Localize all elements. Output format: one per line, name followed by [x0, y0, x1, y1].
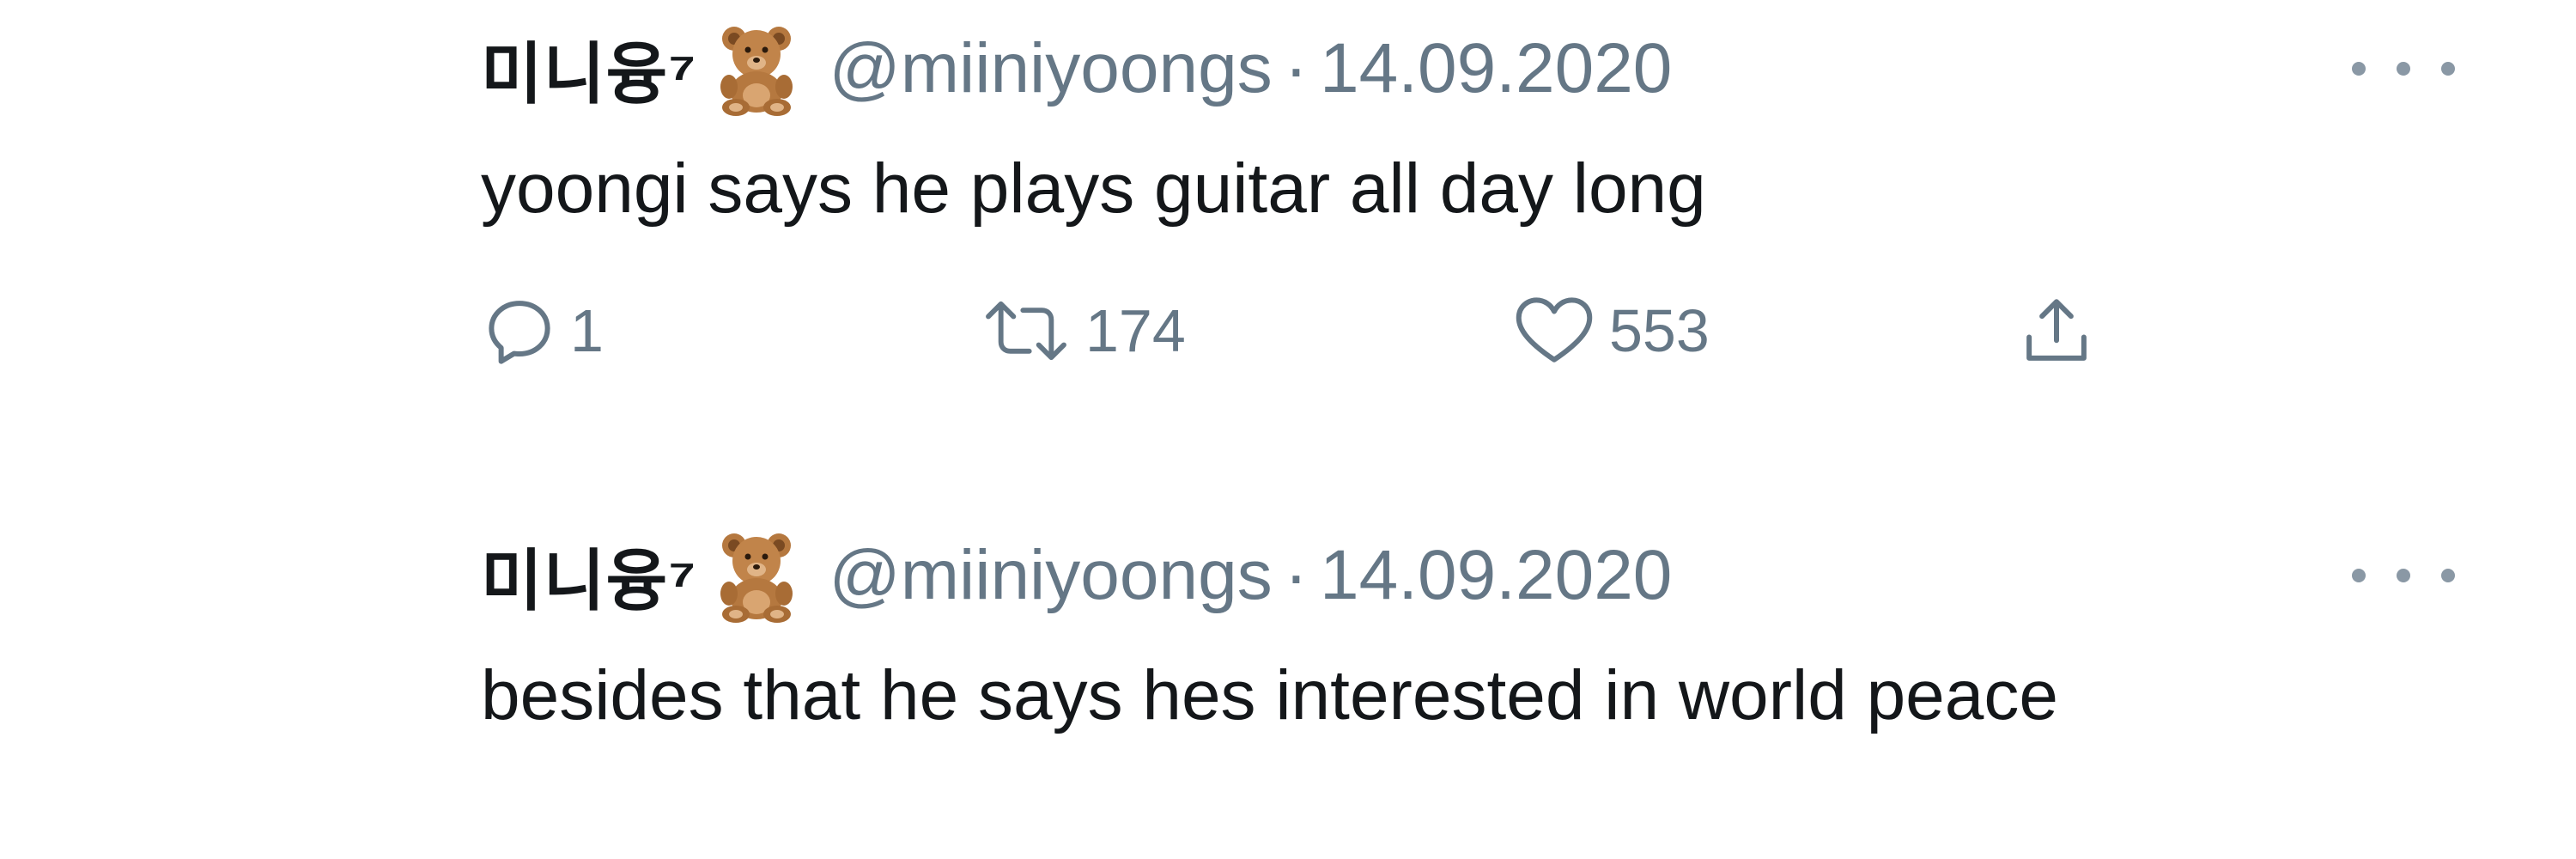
tweet-header: 미니융⁷ @miiniyoongs · 14.09.2020	[481, 17, 1672, 120]
reply-count: 1	[570, 297, 604, 364]
separator: ·	[1284, 29, 1309, 107]
retweet-button[interactable]: 174	[979, 275, 1186, 387]
tweet[interactable]: 미니융⁷ @miiniyoongs	[481, 0, 2456, 404]
tweet-text: besides that he says hes interested in w…	[481, 656, 2058, 734]
user-handle[interactable]: @miiniyoongs	[829, 535, 1272, 616]
share-icon	[2026, 299, 2087, 361]
user-handle[interactable]: @miiniyoongs	[829, 28, 1272, 109]
teddy-bear-icon	[715, 528, 798, 623]
tweet-text: yoongi says he plays guitar all day long	[481, 149, 1706, 228]
teddy-bear-icon	[715, 21, 798, 116]
tweet-date[interactable]: 14.09.2020	[1320, 28, 1672, 109]
heart-icon	[1516, 297, 1593, 362]
more-options-icon[interactable]	[2352, 541, 2455, 610]
tweet-actions: 1 174 553	[481, 275, 2164, 387]
tweet[interactable]: 미니융⁷ @miiniyoongs	[481, 507, 2456, 859]
like-count: 553	[1609, 297, 1710, 364]
tweet-header: 미니융⁷ @miiniyoongs · 14.09.2020	[481, 524, 1672, 627]
share-button[interactable]	[2018, 275, 2095, 387]
reply-button[interactable]: 1	[481, 275, 604, 387]
separator: ·	[1284, 536, 1309, 614]
display-name[interactable]: 미니융⁷	[481, 527, 696, 624]
retweet-icon	[986, 301, 1066, 361]
reply-icon	[489, 301, 550, 364]
display-name[interactable]: 미니융⁷	[481, 21, 696, 117]
more-options-icon[interactable]	[2352, 34, 2455, 103]
tweet-date[interactable]: 14.09.2020	[1320, 535, 1672, 616]
like-button[interactable]: 553	[1511, 275, 1710, 387]
retweet-count: 174	[1085, 297, 1186, 364]
